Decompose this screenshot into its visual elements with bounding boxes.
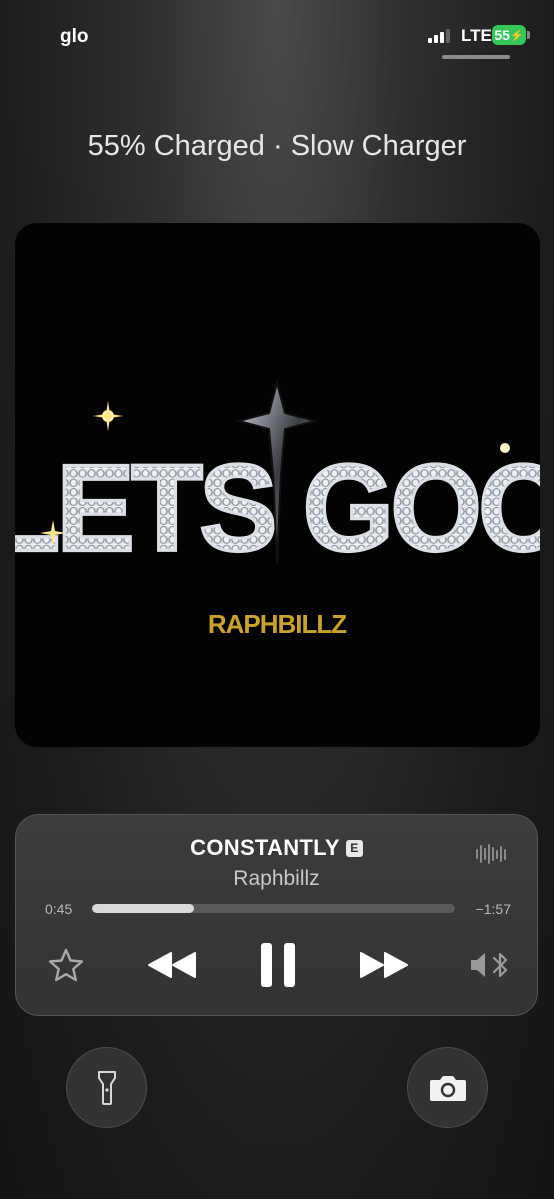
waveform-icon[interactable]	[476, 843, 506, 865]
album-artwork[interactable]: LETS GOO RAPHBILLZ	[15, 223, 540, 747]
track-title-row[interactable]: CONSTANTLY E	[16, 835, 537, 861]
track-title: CONSTANTLY	[190, 835, 340, 860]
battery-level: 55	[494, 27, 510, 43]
favorite-button[interactable]	[44, 939, 88, 991]
signal-icon	[428, 29, 450, 43]
progress-fill	[92, 904, 194, 913]
status-bar: glo LTE 55 ⚡	[0, 0, 554, 70]
progress-bar[interactable]	[92, 904, 455, 913]
battery-tip	[527, 31, 530, 39]
now-playing-widget: CONSTANTLY E Raphbillz 0:45 −1:57	[15, 814, 538, 1016]
bluetooth-speaker-icon	[471, 952, 508, 978]
carrier-name: glo	[60, 26, 89, 47]
pause-icon	[261, 943, 295, 987]
rewind-icon	[148, 952, 196, 978]
artwork-image: LETS GOO RAPHBILLZ	[15, 379, 540, 639]
audio-output-button[interactable]	[466, 939, 514, 991]
next-track-button[interactable]	[354, 939, 414, 991]
camera-button[interactable]	[407, 1047, 488, 1128]
previous-track-button[interactable]	[142, 939, 202, 991]
camera-icon	[429, 1075, 466, 1101]
fast-forward-icon	[360, 952, 408, 978]
elapsed-time: 0:45	[45, 901, 73, 917]
artwork-artist: RAPHBILLZ	[208, 609, 347, 639]
control-center-indicator[interactable]	[442, 55, 510, 59]
explicit-badge: E	[345, 840, 363, 857]
battery-icon: 55 ⚡	[492, 25, 526, 45]
flashlight-button[interactable]	[66, 1047, 147, 1128]
flashlight-icon	[97, 1070, 116, 1105]
star-icon	[48, 948, 84, 982]
track-artist[interactable]: Raphbillz	[16, 867, 537, 891]
pause-button[interactable]	[254, 939, 302, 991]
charge-status: 55% Charged · Slow Charger	[87, 130, 467, 162]
network-type: LTE	[461, 26, 492, 45]
remaining-time: −1:57	[475, 901, 511, 917]
